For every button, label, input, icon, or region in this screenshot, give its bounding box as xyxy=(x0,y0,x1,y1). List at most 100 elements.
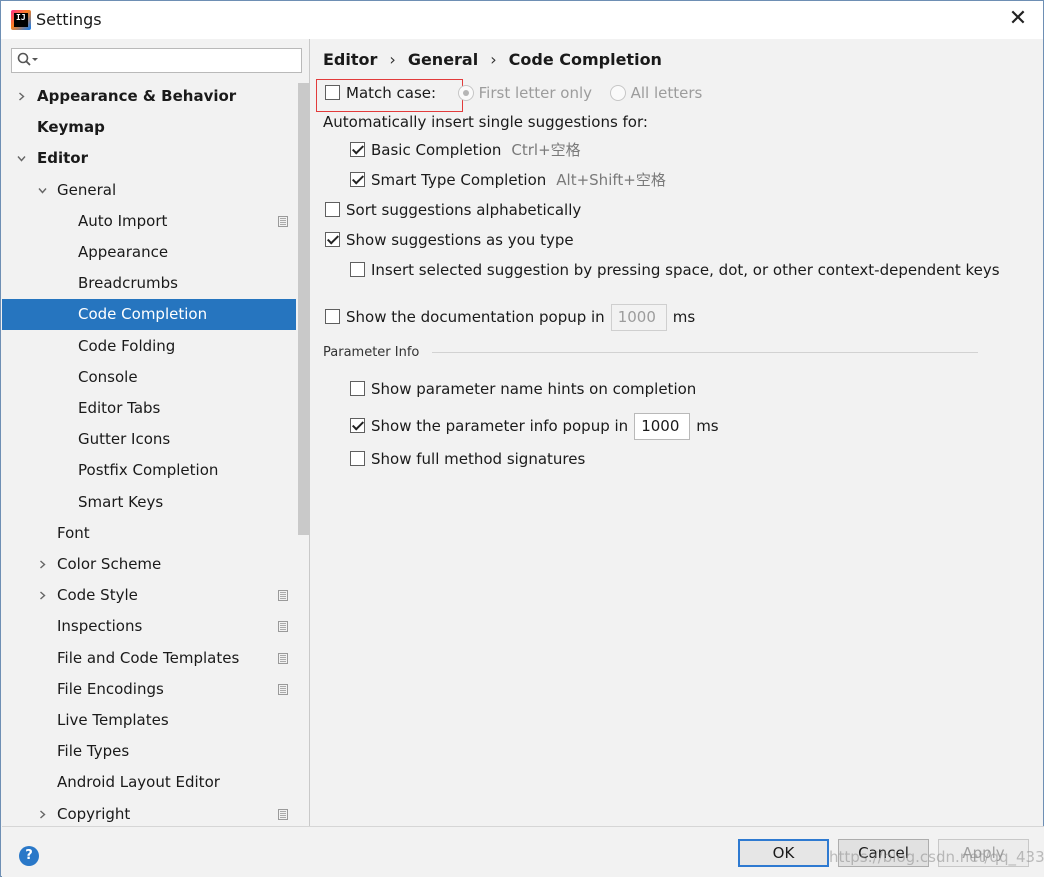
sidebar-item-android-layout-editor[interactable]: Android Layout Editor xyxy=(2,767,310,798)
insert-by-space-label: Insert selected suggestion by pressing s… xyxy=(371,261,1000,279)
match-case-label: Match case: xyxy=(346,84,437,102)
show-as-you-type-label: Show suggestions as you type xyxy=(346,231,574,249)
full-signatures-row[interactable]: Show full method signatures xyxy=(350,449,585,469)
sidebar-item-label: File Types xyxy=(57,742,130,760)
sidebar-item-label: Live Templates xyxy=(57,711,169,729)
chevron-right-icon[interactable] xyxy=(17,92,26,101)
all-letters-label: All letters xyxy=(630,84,703,102)
sidebar-item-color-scheme[interactable]: Color Scheme xyxy=(2,549,310,580)
info-popup-checkbox[interactable] xyxy=(350,418,365,433)
sidebar-item-label: Gutter Icons xyxy=(78,430,171,448)
basic-completion-shortcut: Ctrl+空格 xyxy=(511,141,581,159)
info-popup-label: Show the parameter info popup in xyxy=(371,417,629,435)
parameter-info-title: Parameter Info xyxy=(323,345,420,360)
name-hints-checkbox[interactable] xyxy=(350,381,365,396)
first-letter-only-label: First letter only xyxy=(478,84,593,102)
sidebar-item-label: File Encodings xyxy=(57,680,164,698)
sidebar-item-editor[interactable]: Editor xyxy=(2,143,310,174)
sidebar-item-keymap[interactable]: Keymap xyxy=(2,112,310,143)
smart-type-completion-shortcut: Alt+Shift+空格 xyxy=(556,171,666,189)
doc-popup-row[interactable]: Show the documentation popup in 1000 ms xyxy=(325,304,695,331)
doc-popup-checkbox[interactable] xyxy=(325,309,340,324)
sidebar-item-label: Editor xyxy=(37,149,88,167)
project-settings-icon xyxy=(278,590,288,601)
sidebar-item-code-folding[interactable]: Code Folding xyxy=(2,331,310,362)
chevron-right-icon[interactable] xyxy=(38,810,47,819)
sort-alphabetically-label: Sort suggestions alphabetically xyxy=(346,201,582,219)
sidebar-item-live-templates[interactable]: Live Templates xyxy=(2,705,310,736)
sidebar-item-label: File and Code Templates xyxy=(57,649,240,667)
name-hints-row[interactable]: Show parameter name hints on completion xyxy=(350,379,696,399)
chevron-down-icon[interactable] xyxy=(17,154,26,163)
sidebar-item-file-and-code-templates[interactable]: File and Code Templates xyxy=(2,643,310,674)
sidebar-item-code-style[interactable]: Code Style xyxy=(2,580,310,611)
sidebar-item-general[interactable]: General xyxy=(2,175,310,206)
sidebar-item-label: Auto Import xyxy=(78,212,168,230)
doc-popup-delay-input[interactable]: 1000 xyxy=(610,304,667,331)
sort-alphabetically-checkbox[interactable] xyxy=(325,202,340,217)
sidebar-item-editor-tabs[interactable]: Editor Tabs xyxy=(2,393,310,424)
chevron-right-icon[interactable] xyxy=(38,560,47,569)
sidebar-item-auto-import[interactable]: Auto Import xyxy=(2,206,310,237)
sidebar-item-label: Code Completion xyxy=(78,305,208,323)
sidebar-item-font[interactable]: Font xyxy=(2,518,310,549)
sidebar-item-postfix-completion[interactable]: Postfix Completion xyxy=(2,455,310,486)
name-hints-label: Show parameter name hints on completion xyxy=(371,380,697,398)
sidebar-item-smart-keys[interactable]: Smart Keys xyxy=(2,487,310,518)
breadcrumb-general: General xyxy=(407,50,479,69)
panel-divider[interactable] xyxy=(309,39,310,826)
sidebar-item-label: Breadcrumbs xyxy=(78,274,178,292)
sidebar-item-label: Inspections xyxy=(57,617,143,635)
breadcrumb-separator: › xyxy=(389,50,396,69)
first-letter-only-radio[interactable] xyxy=(457,84,474,101)
basic-completion-checkbox[interactable] xyxy=(350,142,365,157)
basic-completion-row[interactable]: Basic Completion Ctrl+空格 xyxy=(350,140,581,160)
chevron-down-icon[interactable] xyxy=(38,186,47,195)
all-letters-radio[interactable] xyxy=(609,84,626,101)
smart-type-completion-checkbox[interactable] xyxy=(350,172,365,187)
sidebar-item-label: Code Style xyxy=(57,586,138,604)
project-settings-icon xyxy=(278,684,288,695)
insert-by-space-checkbox[interactable] xyxy=(350,262,365,277)
sidebar-item-inspections[interactable]: Inspections xyxy=(2,611,310,642)
close-icon[interactable]: ✕ xyxy=(1007,8,1029,30)
info-popup-delay-input[interactable]: 1000 xyxy=(634,413,691,440)
sidebar-scrollbar-thumb[interactable] xyxy=(298,83,309,535)
show-as-you-type-row[interactable]: Show suggestions as you type xyxy=(325,230,574,250)
ok-button[interactable]: OK xyxy=(738,839,829,867)
info-popup-row[interactable]: Show the parameter info popup in 1000 ms xyxy=(350,413,719,440)
watermark: https://blog.csdn.net/qq_43319 xyxy=(829,848,1044,866)
sidebar-item-breadcrumbs[interactable]: Breadcrumbs xyxy=(2,268,310,299)
insert-by-space-row[interactable]: Insert selected suggestion by pressing s… xyxy=(350,260,1000,280)
breadcrumb-editor: Editor xyxy=(323,50,378,69)
dialog-footer: ? OK Cancel Apply https://blog.csdn.net/… xyxy=(2,826,1044,877)
breadcrumb-separator: › xyxy=(490,50,497,69)
chevron-right-icon[interactable] xyxy=(38,591,47,600)
project-settings-icon xyxy=(278,653,288,664)
sidebar-item-appearance[interactable]: Appearance xyxy=(2,237,310,268)
full-signatures-checkbox[interactable] xyxy=(350,451,365,466)
sidebar-item-label: Android Layout Editor xyxy=(57,773,220,791)
sidebar-item-file-types[interactable]: File Types xyxy=(2,736,310,767)
match-case-checkbox[interactable] xyxy=(325,85,340,100)
sidebar-item-label: Appearance & Behavior xyxy=(37,87,237,105)
smart-type-completion-label: Smart Type Completion xyxy=(371,171,547,189)
auto-insert-heading: Automatically insert single suggestions … xyxy=(323,113,648,131)
sidebar-item-console[interactable]: Console xyxy=(2,362,310,393)
sidebar-item-code-completion[interactable]: Code Completion xyxy=(2,299,310,330)
sidebar-item-copyright[interactable]: Copyright xyxy=(2,799,310,826)
sidebar-item-gutter-icons[interactable]: Gutter Icons xyxy=(2,424,310,455)
search-input[interactable] xyxy=(11,48,302,73)
doc-popup-label: Show the documentation popup in xyxy=(346,308,605,326)
sort-alphabetically-row[interactable]: Sort suggestions alphabetically xyxy=(325,200,581,220)
sidebar-item-file-encodings[interactable]: File Encodings xyxy=(2,674,310,705)
sidebar-item-label: Font xyxy=(57,524,90,542)
show-as-you-type-checkbox[interactable] xyxy=(325,232,340,247)
sidebar-item-label: Code Folding xyxy=(78,337,176,355)
help-icon[interactable]: ? xyxy=(19,846,39,866)
project-settings-icon xyxy=(278,809,288,820)
sidebar-item-label: Console xyxy=(78,368,138,386)
sidebar-item-label: General xyxy=(57,181,117,199)
sidebar-item-appearance-behavior[interactable]: Appearance & Behavior xyxy=(2,81,310,112)
smart-type-completion-row[interactable]: Smart Type Completion Alt+Shift+空格 xyxy=(350,170,666,190)
